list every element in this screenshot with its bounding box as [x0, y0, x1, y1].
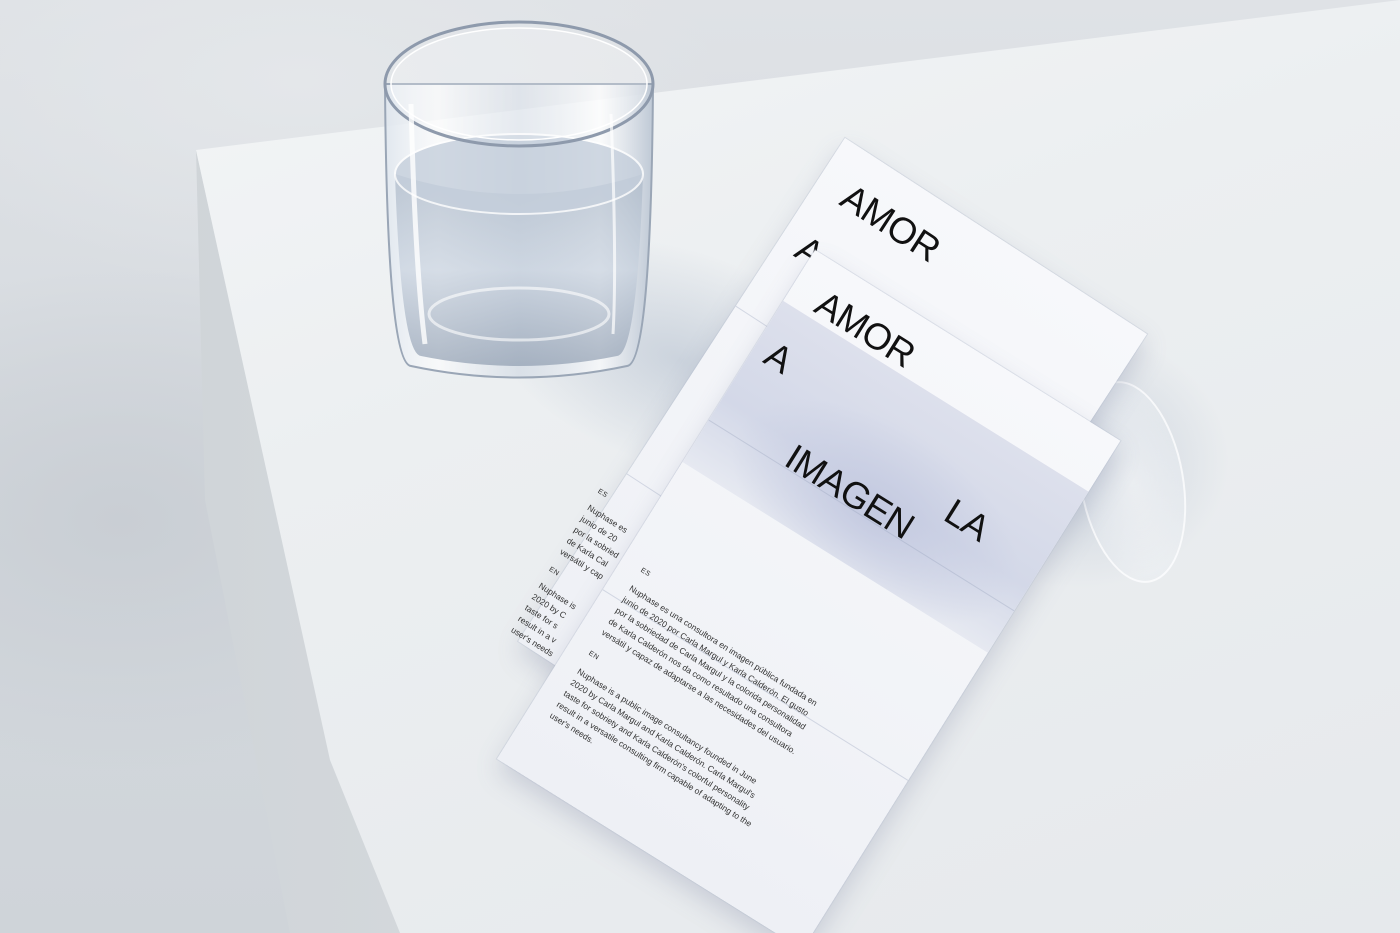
- water-glass: [383, 20, 655, 379]
- photo-scene: AMOR A AMOR A LA IMAGEN ES Nuphase es un…: [0, 0, 1400, 933]
- glass-rim-inner: [390, 27, 648, 141]
